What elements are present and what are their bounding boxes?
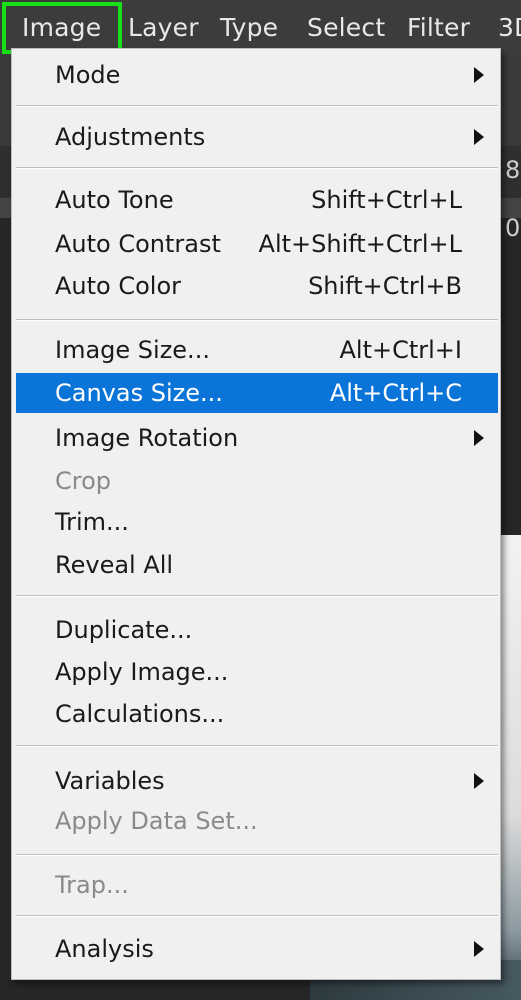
menu-item-analysis[interactable]: Analysis [16, 929, 498, 969]
menu-item-image-size[interactable]: Image Size... Alt+Ctrl+I [16, 330, 498, 370]
menu-item-label: Image Size... [55, 336, 210, 364]
menu-item-label: Image Rotation [55, 424, 239, 452]
menu-item-label: Canvas Size... [55, 379, 223, 407]
menu-item-label: Adjustments [55, 123, 206, 151]
menu-item-adjustments[interactable]: Adjustments [16, 117, 498, 157]
menu-item-duplicate[interactable]: Duplicate... [16, 610, 498, 650]
menu-item-label: Auto Tone [55, 186, 174, 214]
menu-item-apply-image[interactable]: Apply Image... [16, 652, 498, 692]
active-menu-outline [2, 2, 122, 54]
menu-item-reveal-all[interactable]: Reveal All [16, 545, 498, 585]
menu-separator [16, 167, 498, 169]
canvas-photo-edge [500, 535, 521, 1000]
menu-separator [16, 595, 498, 597]
menu-item-label: Reveal All [55, 551, 174, 579]
menu-item-label: Auto Contrast [55, 230, 221, 258]
submenu-arrow-icon [474, 67, 484, 83]
menu-item-trap: Trap... [16, 865, 498, 905]
menu-item-shortcut: Alt+Ctrl+C [329, 379, 462, 407]
menu-item-auto-contrast[interactable]: Auto Contrast Alt+Shift+Ctrl+L [16, 224, 498, 264]
menu-item-label: Apply Image... [55, 658, 229, 686]
menu-3d[interactable]: 3D [498, 0, 521, 56]
menu-item-shortcut: Alt+Ctrl+I [339, 336, 463, 364]
menu-separator [16, 319, 498, 321]
background-text-fragment: 8 [505, 156, 521, 184]
menu-item-label: Crop [55, 467, 112, 495]
menu-item-shortcut: Shift+Ctrl+L [311, 186, 462, 214]
menu-item-crop: Crop [16, 461, 498, 501]
background-text-fragment: 0 [505, 214, 521, 242]
submenu-arrow-icon [474, 129, 484, 145]
submenu-arrow-icon [474, 941, 484, 957]
menu-item-apply-data-set: Apply Data Set... [16, 801, 498, 841]
menu-item-label: Trim... [55, 508, 129, 536]
menu-item-shortcut: Shift+Ctrl+B [308, 272, 462, 300]
menu-item-label: Variables [55, 767, 165, 795]
menu-item-label: Calculations... [55, 700, 225, 728]
menu-item-label: Auto Color [55, 272, 182, 300]
menu-item-label: Mode [55, 61, 121, 89]
menu-separator [16, 105, 498, 107]
menu-item-shortcut: Alt+Shift+Ctrl+L [258, 230, 462, 258]
menu-separator [16, 745, 498, 747]
submenu-arrow-icon [474, 773, 484, 789]
menu-item-canvas-size[interactable]: Canvas Size... Alt+Ctrl+C [16, 373, 498, 413]
menu-item-auto-tone[interactable]: Auto Tone Shift+Ctrl+L [16, 180, 498, 220]
menu-item-trim[interactable]: Trim... [16, 502, 498, 542]
menu-item-auto-color[interactable]: Auto Color Shift+Ctrl+B [16, 266, 498, 306]
image-dropdown-menu: Mode Adjustments Auto Tone Shift+Ctrl+L … [11, 48, 501, 980]
menu-item-label: Apply Data Set... [55, 807, 258, 835]
menu-item-label: Analysis [55, 935, 154, 963]
menu-item-mode[interactable]: Mode [16, 55, 498, 95]
menu-item-label: Trap... [55, 871, 129, 899]
menu-item-label: Duplicate... [55, 616, 193, 644]
menu-item-calculations[interactable]: Calculations... [16, 694, 498, 734]
submenu-arrow-icon [474, 430, 484, 446]
menu-separator [16, 915, 498, 917]
menu-separator [16, 854, 498, 856]
menu-item-image-rotation[interactable]: Image Rotation [16, 418, 498, 458]
menu-item-variables[interactable]: Variables [16, 761, 498, 801]
